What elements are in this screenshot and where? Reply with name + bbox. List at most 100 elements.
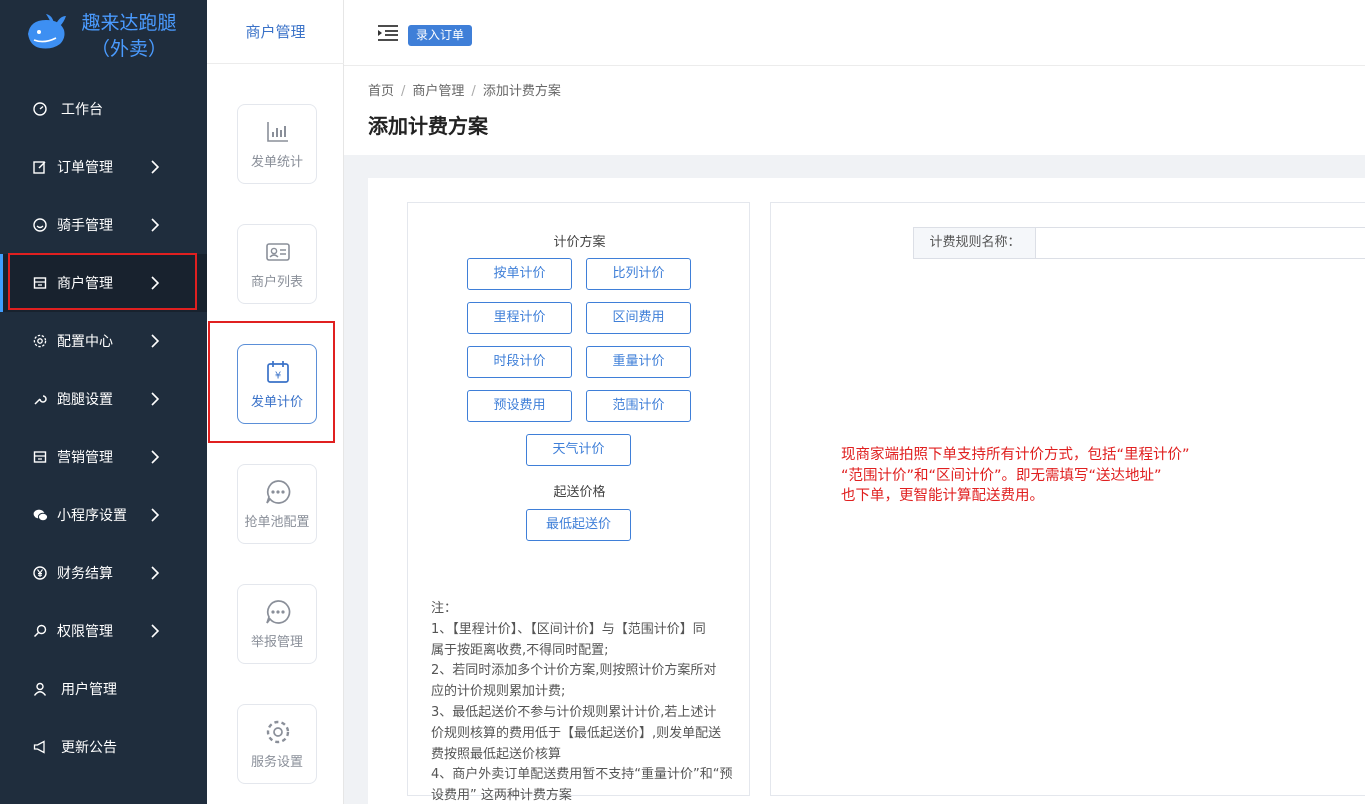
gear-icon (32, 333, 48, 349)
sidebar-item-dashboard[interactable]: 工作台 (0, 80, 207, 138)
top-bar: 录入订单 (344, 0, 1365, 66)
sidebar-item-label: 财务结算 (57, 566, 113, 582)
submenu-order-pricing[interactable]: ¥ 发单计价 (237, 344, 317, 424)
chat-bubble-icon (266, 480, 291, 504)
key-icon (32, 623, 48, 639)
chat-bubble-icon (266, 600, 291, 624)
edit-icon (32, 159, 48, 175)
notes: 注： 1、【里程计价】、【区间计价】与【范围计价】同 属于按距离收费,不得同时配… (431, 599, 751, 804)
app-title: 趣来达跑腿 （外卖） (74, 10, 184, 62)
submenu-title: 商户管理 (207, 0, 344, 64)
rule-form-panel: 计费规则名称： 现商家端拍照下单支持所有计价方式，包括“里程计价” “范围计价”… (770, 202, 1365, 796)
submenu-merchant-list[interactable]: 商户列表 (237, 224, 317, 304)
sidebar-item-label: 权限管理 (57, 624, 113, 640)
record-order-button[interactable]: 录入订单 (408, 25, 473, 46)
submenu-label: 举报管理 (250, 635, 303, 650)
yen-icon (32, 565, 48, 581)
weight-pricing-button[interactable]: 重量计价 (586, 346, 691, 378)
note-line: 1、【里程计价】、【区间计价】与【范围计价】同 (431, 621, 706, 637)
sidebar-item-marketing[interactable]: 营销管理 (0, 428, 207, 486)
annotation-note: 现商家端拍照下单支持所有计价方式，包括“里程计价” “范围计价”和“区间计价”。… (841, 445, 1261, 507)
sidebar-item-errand-settings[interactable]: 跑腿设置 (0, 370, 207, 428)
wechat-icon (32, 507, 48, 523)
chevron-right-icon (151, 566, 160, 580)
preset-fee-button[interactable]: 预设费用 (467, 390, 572, 422)
bar-chart-icon (267, 122, 288, 142)
sidebar-item-label: 更新公告 (61, 740, 117, 756)
menu-indent-icon[interactable] (378, 24, 398, 42)
sidebar-item-label: 营销管理 (57, 450, 113, 466)
breadcrumb-home[interactable]: 首页 (368, 84, 394, 99)
per-order-pricing-button[interactable]: 按单计价 (467, 258, 572, 290)
range-pricing-button[interactable]: 范围计价 (586, 390, 691, 422)
chevron-right-icon (151, 392, 160, 406)
sidebar-item-orders[interactable]: 订单管理 (0, 138, 207, 196)
annotation-line: 也下单，更智能计算配送费用。 (841, 488, 1044, 504)
sidebar-item-config[interactable]: 配置中心 (0, 312, 207, 370)
breadcrumb-current: 添加计费方案 (482, 84, 561, 99)
sidebar-item-announcements[interactable]: 更新公告 (0, 718, 207, 776)
note-line: 注： (431, 601, 458, 616)
submenu-label: 抢单池配置 (244, 515, 310, 530)
sidebar-item-users[interactable]: 用户管理 (0, 660, 207, 718)
sidebar-item-label: 跑腿设置 (57, 392, 113, 408)
annotation-line: 现商家端拍照下单支持所有计价方式，包括“里程计价” (841, 447, 1190, 463)
note-line: 费按照最低起送价核算 (431, 746, 562, 762)
chevron-right-icon (151, 160, 160, 174)
megaphone-icon (32, 739, 48, 755)
mileage-pricing-button[interactable]: 里程计价 (467, 302, 572, 334)
wrench-icon (32, 391, 48, 407)
sidebar-item-permissions[interactable]: 权限管理 (0, 602, 207, 660)
chevron-right-icon (151, 334, 160, 348)
sidebar-item-merchants[interactable]: 商户管理 (0, 254, 207, 312)
pricing-scheme-title: 计价方案 (553, 235, 606, 250)
time-slot-pricing-button[interactable]: 时段计价 (467, 346, 572, 378)
sidebar-item-label: 用户管理 (61, 682, 117, 698)
sidebar-item-miniprogram[interactable]: 小程序设置 (0, 486, 207, 544)
sidebar-item-finance[interactable]: 财务结算 (0, 544, 207, 602)
chevron-right-icon (151, 624, 160, 638)
sidebar: 趣来达跑腿 （外卖） 工作台 订单管理 骑手管理 商户管理 配置中心 跑腿设置 … (0, 0, 207, 804)
submenu-label: 发单计价 (250, 395, 303, 410)
note-line: 2、若同时添加多个计价方案,则按照计价方案所对 (431, 663, 717, 679)
svg-text:¥: ¥ (275, 371, 281, 382)
submenu-order-stats[interactable]: 发单统计 (237, 104, 317, 184)
sidebar-item-label: 订单管理 (57, 160, 113, 176)
dashboard-icon (32, 101, 48, 117)
sidebar-item-riders[interactable]: 骑手管理 (0, 196, 207, 254)
note-line: 3、最低起送价不参与计价规则累计计价,若上述计 (431, 704, 717, 720)
rule-name-input[interactable] (1035, 227, 1365, 259)
app-title-line1: 趣来达跑腿 (81, 12, 177, 34)
submenu-label: 服务设置 (250, 755, 303, 770)
breadcrumb-merchants[interactable]: 商户管理 (412, 84, 464, 99)
min-price-title: 起送价格 (553, 485, 606, 500)
page-header: 首页 / 商户管理 / 添加计费方案 添加计费方案 (344, 66, 1365, 155)
pricing-scheme-panel: 计价方案 按单计价 比列计价 里程计价 区间费用 时段计价 重量计价 预设费用 … (407, 202, 750, 803)
note-line: 属于按距离收费,不得同时配置; (431, 642, 609, 658)
whale-logo-icon (28, 14, 66, 49)
id-card-icon (266, 243, 290, 261)
interval-fee-button[interactable]: 区间费用 (586, 302, 691, 334)
note-line: 4、商户外卖订单配送费用暂不支持“重量计价”和“预 (431, 767, 733, 783)
breadcrumb: 首页 / 商户管理 / 添加计费方案 (368, 84, 561, 99)
rule-name-label: 计费规则名称： (913, 227, 1036, 259)
main-content: 计价方案 按单计价 比列计价 里程计价 区间费用 时段计价 重量计价 预设费用 … (368, 178, 1365, 804)
chevron-right-icon (151, 450, 160, 464)
submenu-service-settings[interactable]: 服务设置 (237, 704, 317, 784)
min-delivery-price-button[interactable]: 最低起送价 (526, 509, 631, 541)
chevron-right-icon (151, 218, 160, 232)
app-logo[interactable]: 趣来达跑腿 （外卖） (0, 0, 207, 70)
submenu-panel: 商户管理 发单统计 商户列表 ¥ 发单计价 抢单池配置 举报管理 服务设置 (207, 0, 344, 804)
submenu-grab-pool-config[interactable]: 抢单池配置 (237, 464, 317, 544)
submenu-label: 商户列表 (250, 275, 303, 290)
page-title: 添加计费方案 (368, 114, 488, 138)
sidebar-item-label: 商户管理 (57, 276, 113, 292)
submenu-label: 发单统计 (250, 155, 303, 170)
ratio-pricing-button[interactable]: 比列计价 (586, 258, 691, 290)
sidebar-item-label: 配置中心 (57, 334, 113, 350)
user-icon (32, 681, 48, 697)
smile-icon (32, 217, 48, 233)
submenu-report-management[interactable]: 举报管理 (237, 584, 317, 664)
store-icon (32, 275, 48, 291)
weather-pricing-button[interactable]: 天气计价 (526, 434, 631, 466)
